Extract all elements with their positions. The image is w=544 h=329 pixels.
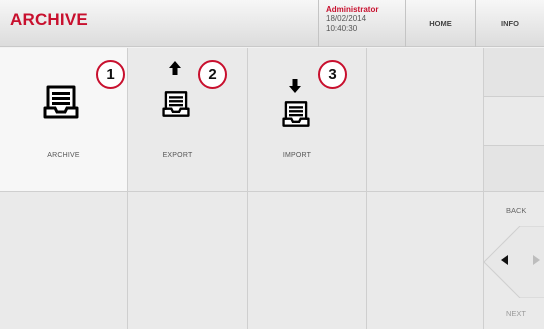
side-cell (484, 146, 544, 191)
side-cell (484, 48, 544, 96)
page-title: ARCHIVE (10, 10, 88, 29)
grid-line (0, 191, 544, 192)
export-label: EXPORT (162, 152, 193, 159)
grid-cell (367, 192, 483, 329)
import-label: IMPORT (282, 152, 312, 159)
chevron-left-icon (501, 255, 508, 265)
next-arrow-button[interactable] (528, 248, 544, 272)
step-badge-2: 2 (198, 60, 227, 89)
grid-cell (367, 48, 483, 191)
step-badge-1: 1 (96, 60, 125, 89)
grid-cell (128, 192, 247, 329)
archive-label: ARCHIVE (47, 152, 80, 159)
header-divider (318, 0, 319, 47)
side-cell (484, 97, 544, 145)
back-arrow-button[interactable] (495, 248, 515, 272)
grid-cell (0, 192, 127, 329)
back-label: BACK (506, 206, 527, 215)
grid-line (484, 145, 544, 146)
user-info: Administrator 18/02/2014 10:40:30 (326, 5, 404, 34)
step-badge-3: 3 (318, 60, 347, 89)
user-name: Administrator (326, 5, 379, 14)
grid-line (484, 96, 544, 97)
chevron-right-icon (533, 255, 540, 265)
arrow-down-icon (289, 79, 301, 93)
current-date: 18/02/2014 (326, 14, 367, 23)
import-button[interactable]: IMPORT (248, 48, 366, 191)
export-button[interactable]: EXPORT (128, 48, 247, 191)
archive-tray-icon (162, 91, 190, 117)
home-button[interactable]: HOME (406, 0, 475, 47)
archive-tray-icon (43, 85, 79, 119)
current-time: 10:40:30 (326, 24, 358, 33)
archive-tray-icon (282, 101, 310, 127)
arrow-up-icon (169, 61, 181, 75)
info-button[interactable]: INFO (476, 0, 544, 47)
grid-line (366, 48, 367, 329)
next-label: NEXT (506, 309, 527, 318)
grid-cell (248, 192, 366, 329)
header-bar: ARCHIVE Administrator 18/02/2014 10:40:3… (0, 0, 544, 47)
